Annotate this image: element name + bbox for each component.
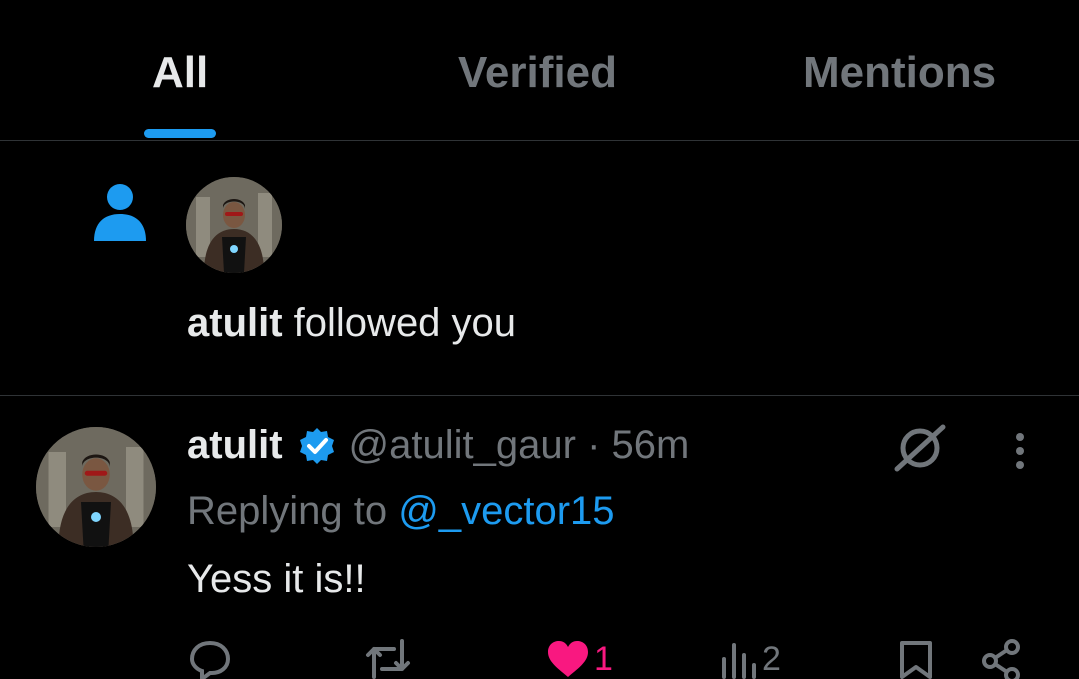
- more-options-icon[interactable]: [1008, 431, 1032, 471]
- verified-badge-icon: [299, 427, 334, 464]
- tab-verified[interactable]: Verified: [458, 48, 617, 98]
- person-icon: [94, 184, 146, 241]
- tweet-actions: 1 2: [0, 635, 1079, 679]
- share-icon: [982, 639, 1020, 679]
- tweet-header: atulit @atulit_gaur · 56m: [187, 423, 689, 468]
- follow-message: followed you: [293, 301, 517, 345]
- tweet[interactable]: atulit @atulit_gaur · 56m Replying to @_…: [0, 397, 1079, 679]
- heart-icon: [548, 641, 588, 677]
- views-button[interactable]: 2: [718, 639, 781, 679]
- follower-name[interactable]: atulit: [187, 301, 283, 345]
- tweet-text: Yess it is!!: [187, 557, 366, 601]
- like-button[interactable]: 1: [546, 639, 613, 679]
- bookmark-button[interactable]: [898, 639, 934, 679]
- repost-button[interactable]: [364, 639, 412, 679]
- bookmark-icon: [900, 641, 932, 679]
- replying-to: Replying to @_vector15: [187, 489, 615, 534]
- reply-icon: [189, 640, 231, 679]
- author-handle[interactable]: @atulit_gaur · 56m: [349, 423, 690, 468]
- active-tab-indicator: [144, 129, 216, 138]
- tab-all[interactable]: All: [152, 48, 208, 98]
- follow-notification[interactable]: atulit followed you: [0, 141, 1079, 396]
- replying-to-mention[interactable]: @_vector15: [398, 489, 614, 533]
- grok-icon[interactable]: [893, 423, 947, 473]
- avatar[interactable]: [36, 427, 156, 547]
- share-button[interactable]: [980, 639, 1024, 679]
- follow-text: atulit followed you: [187, 301, 516, 346]
- avatar[interactable]: [186, 177, 282, 273]
- views-count: 2: [762, 639, 781, 678]
- replying-to-label: Replying to: [187, 489, 388, 533]
- author-name[interactable]: atulit: [187, 423, 283, 468]
- reply-button[interactable]: [188, 639, 232, 679]
- repost-icon: [366, 639, 410, 679]
- notification-tabs: All Verified Mentions: [0, 0, 1079, 141]
- like-count: 1: [594, 639, 613, 678]
- tab-mentions[interactable]: Mentions: [803, 48, 996, 98]
- analytics-icon: [722, 643, 756, 679]
